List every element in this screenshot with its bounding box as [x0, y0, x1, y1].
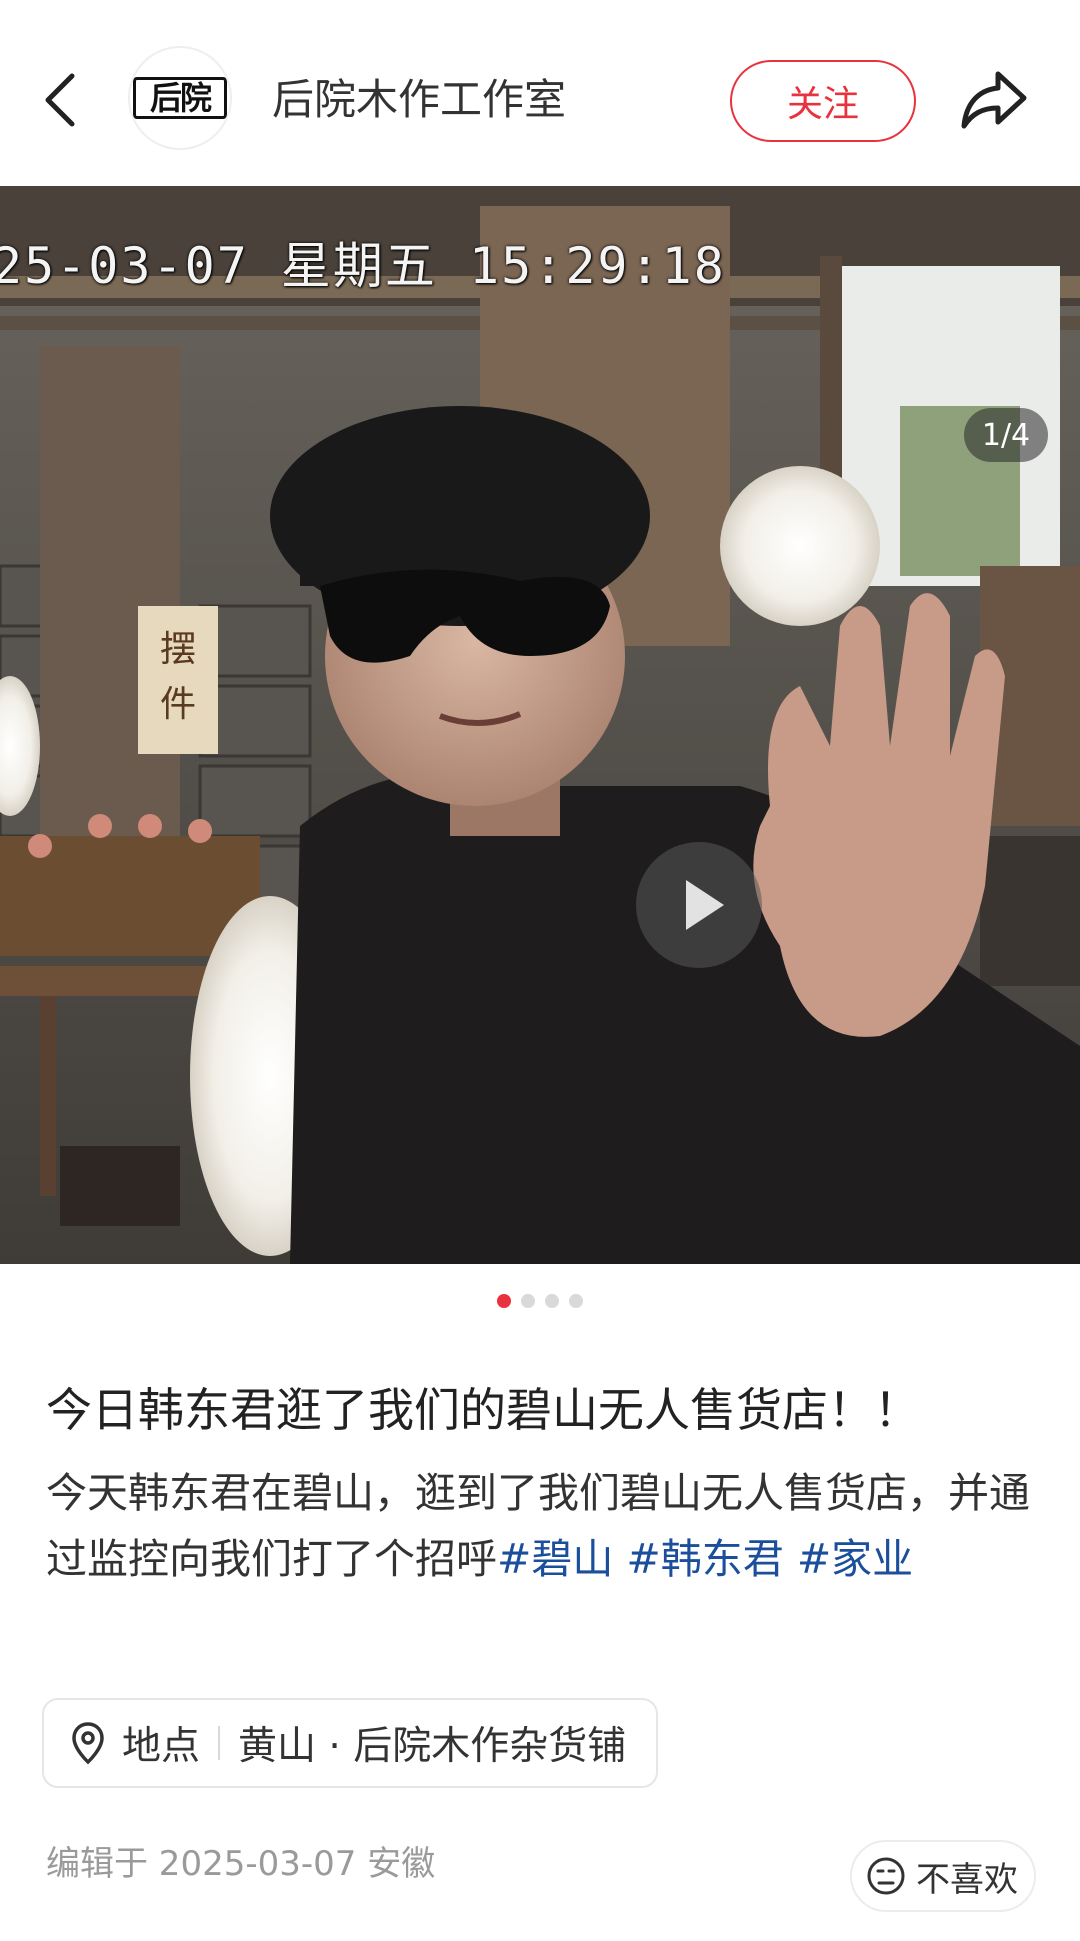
- carousel-dot[interactable]: [569, 1294, 583, 1308]
- share-icon[interactable]: [958, 64, 1030, 134]
- follow-button[interactable]: 关注: [730, 60, 916, 142]
- post-photo: 摆 件: [0, 186, 1080, 1264]
- back-arrow-icon[interactable]: [38, 70, 86, 130]
- image-counter: 1/4: [964, 408, 1048, 462]
- location-pin-icon: [72, 1722, 104, 1765]
- location-place: 黄山 · 后院木作杂货铺: [238, 1724, 627, 1769]
- hashtag-link[interactable]: #韩东君: [626, 1535, 783, 1583]
- dislike-button[interactable]: 不喜欢: [850, 1840, 1036, 1912]
- post-body: 今天韩东君在碧山，逛到了我们碧山无人售货店，并通过监控向我们打了个招呼#碧山 #…: [46, 1460, 1036, 1592]
- hashtag-link[interactable]: #碧山: [497, 1535, 613, 1583]
- carousel-dot[interactable]: [521, 1294, 535, 1308]
- avatar-logo: 后院: [133, 77, 227, 119]
- svg-text:摆: 摆: [160, 629, 196, 670]
- post-title: 今日韩东君逛了我们的碧山无人售货店！！: [46, 1383, 920, 1437]
- carousel-indicator: [0, 1294, 1080, 1308]
- top-bar: 后院 后院木作工作室 关注: [0, 0, 1080, 186]
- neutral-face-icon: [867, 1857, 905, 1895]
- location-divider: [218, 1726, 221, 1760]
- post-image-carousel[interactable]: 摆 件 1/4: [0, 186, 1080, 1264]
- location-chip[interactable]: 地点 黄山 · 后院木作杂货铺: [42, 1698, 659, 1788]
- author-name[interactable]: 后院木作工作室: [272, 70, 566, 130]
- timestamp-overlay: 25-03-07 星期五 15:29:18: [0, 237, 726, 295]
- dislike-label: 不喜欢: [916, 1859, 1018, 1900]
- edited-info: 编辑于 2025-03-07 安徽: [46, 1844, 436, 1884]
- carousel-dot[interactable]: [545, 1294, 559, 1308]
- author-avatar[interactable]: 后院: [128, 46, 232, 150]
- svg-text:件: 件: [160, 684, 196, 725]
- play-icon[interactable]: [636, 842, 762, 968]
- location-label: 地点: [122, 1724, 201, 1769]
- hashtag-link[interactable]: #家业: [797, 1535, 913, 1583]
- carousel-dot-active[interactable]: [497, 1294, 511, 1308]
